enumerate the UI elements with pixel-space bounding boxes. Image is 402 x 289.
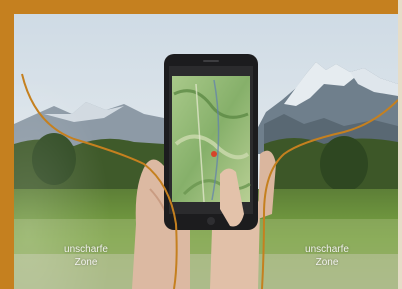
photo-figure: unscharfe Zone unscharfe Zone bbox=[0, 0, 402, 289]
map-location-marker bbox=[211, 151, 217, 157]
left-blur-zone-label: unscharfe Zone bbox=[51, 243, 121, 269]
left-zone-word: unscharfe bbox=[64, 244, 108, 255]
smartphone bbox=[164, 54, 258, 230]
frame-left-border bbox=[0, 0, 14, 289]
right-zone-word2: Zone bbox=[315, 257, 339, 268]
frame-right-border bbox=[398, 0, 402, 289]
left-zone-word2: Zone bbox=[74, 257, 98, 268]
right-zone-word: unscharfe bbox=[305, 244, 349, 255]
right-blur-zone-label: unscharfe Zone bbox=[292, 243, 362, 269]
frame-top-border bbox=[0, 0, 402, 14]
